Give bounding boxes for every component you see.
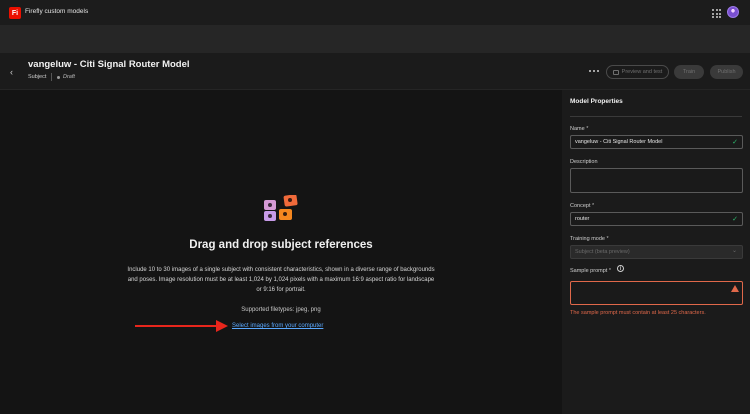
preview-icon — [612, 69, 619, 75]
description-label: Description — [570, 159, 598, 165]
arrow-right-icon — [135, 320, 228, 332]
required-marker: * — [592, 203, 595, 209]
chevron-left-icon[interactable]: ‹ — [10, 67, 18, 77]
sample-prompt-label: Sample prompt * — [570, 268, 611, 274]
publish-button[interactable]: Publish — [710, 65, 743, 79]
name-label-text: Name — [570, 126, 585, 132]
required-marker: * — [608, 268, 611, 274]
name-field[interactable]: vangeluw - Citi Signal Router Model ✓ — [570, 135, 743, 149]
info-icon[interactable]: i — [617, 265, 624, 272]
preview-button-label: Preview and test — [621, 69, 663, 75]
name-label: Name * — [570, 126, 588, 132]
training-mode-select[interactable]: Subject (beta preview) ⌄ — [570, 245, 743, 259]
train-button[interactable]: Train — [674, 65, 704, 79]
app-title: Firefly custom models — [25, 8, 89, 15]
apps-grid-icon[interactable] — [712, 9, 721, 18]
supported-filetypes: Supported filetypes: jpeg, png — [241, 307, 321, 313]
description-field[interactable] — [570, 168, 743, 193]
sample-prompt-label-text: Sample prompt — [570, 268, 608, 274]
training-mode-value: Subject (beta preview) — [575, 249, 630, 255]
image-stack-icon — [264, 195, 298, 221]
page-title: vangeluw - Citi Signal Router Model — [28, 59, 190, 70]
sample-prompt-field[interactable] — [570, 281, 743, 305]
drop-zone[interactable]: Drag and drop subject references Include… — [0, 90, 562, 414]
model-header: ‹ vangeluw - Citi Signal Router Model Su… — [0, 53, 750, 90]
training-mode-label-text: Training mode — [570, 236, 605, 242]
panel-title: Model Properties — [570, 98, 623, 105]
drop-zone-title: Drag and drop subject references — [189, 239, 373, 251]
concept-label: Concept * — [570, 203, 594, 209]
panel-divider — [570, 116, 742, 117]
top-bar: Fi Firefly custom models — [0, 0, 750, 26]
concept-field[interactable]: router ✓ — [570, 212, 743, 226]
drop-zone-description: Include 10 to 30 images of a single subj… — [127, 267, 435, 293]
required-marker: * — [586, 126, 589, 132]
more-options-icon[interactable] — [589, 70, 599, 73]
warning-icon — [731, 285, 739, 292]
checkmark-icon: ✓ — [732, 216, 738, 223]
concept-label-text: Concept — [570, 203, 591, 209]
chevron-down-icon: ⌄ — [731, 248, 737, 254]
sample-prompt-error: The sample prompt must contain at least … — [570, 310, 706, 316]
preview-and-test-button[interactable]: Preview and test — [606, 65, 669, 79]
status-badge: Draft — [63, 74, 75, 80]
status-dot-icon — [57, 76, 60, 79]
training-mode-label: Training mode * — [570, 236, 609, 242]
required-marker: * — [606, 236, 609, 242]
firefly-logo-icon[interactable]: Fi — [9, 7, 21, 19]
header-divider — [51, 73, 52, 81]
avatar[interactable] — [727, 6, 739, 18]
banner-area — [0, 26, 750, 53]
model-properties-panel: Model Properties Name * vangeluw - Citi … — [562, 90, 750, 414]
model-type-label: Subject — [28, 74, 47, 80]
checkmark-icon: ✓ — [732, 139, 738, 146]
name-value: vangeluw - Citi Signal Router Model — [575, 139, 663, 145]
concept-value: router — [575, 216, 590, 222]
select-images-link[interactable]: Select images from your computer — [232, 323, 323, 329]
